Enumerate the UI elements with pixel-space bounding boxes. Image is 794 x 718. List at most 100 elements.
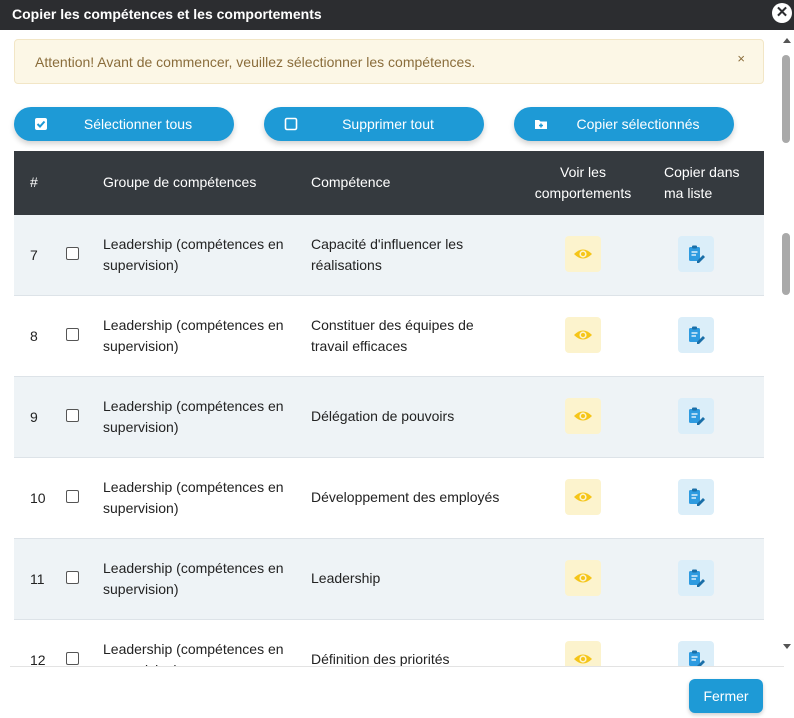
row-competence-line1: Leadership [311,570,381,586]
view-behaviors-button[interactable] [565,560,601,596]
table-row: 10 Leadership (compétences en supervision)… [14,458,764,539]
copy-selected-label: Copier sélectionnés [576,116,700,132]
row-group-line1: Leadership (compétences en [103,398,284,414]
row-competence-line1: Délégation de pouvoirs [311,408,455,424]
dialog-footer: Fermer [0,666,794,718]
dialog-title: Copier les compétences et les comporteme… [12,6,322,22]
header-view-line2: comportements [534,185,632,201]
row-group-line1: Leadership (compétences en [103,641,284,657]
row-group-line1: Leadership (compétences en [103,560,284,576]
clipboard-edit-icon [689,407,705,425]
copy-to-list-button[interactable] [678,479,714,515]
row-group-line2: supervision) [103,257,179,273]
row-number: 10 [30,490,46,506]
row-group-line2: supervision) [103,338,179,354]
row-competence: Constituer des équipes de travail efficac… [311,315,511,357]
warning-alert: Attention! Avant de commencer, veuillez … [14,39,764,84]
header-num[interactable]: # [30,172,38,193]
row-checkbox[interactable] [66,328,79,341]
row-checkbox[interactable] [66,409,79,422]
scroll-up-arrow[interactable] [783,38,791,43]
row-group-line1: Leadership (compétences en [103,479,284,495]
row-group: Leadership (compétences en supervision) [103,315,303,357]
delete-all-button[interactable]: Supprimer tout [264,107,484,141]
row-competence-line2: travail efficaces [311,338,408,354]
alert-dismiss-icon[interactable]: × [737,51,745,66]
view-behaviors-button[interactable] [565,641,601,666]
row-group-line2: supervision) [103,419,179,435]
row-group: Leadership (compétences ensupervision) [103,234,303,276]
row-number: 9 [30,409,38,425]
copy-to-list-button[interactable] [678,317,714,353]
copy-to-list-button[interactable] [678,641,714,666]
clipboard-edit-icon [689,650,705,666]
row-checkbox[interactable] [66,652,79,665]
eye-icon [574,573,592,583]
dialog-titlebar: Copier les compétences et les comporteme… [0,0,794,30]
eye-icon [574,411,592,421]
table-row: 12 Leadership (compétences ensupervision)… [14,620,764,666]
scroll-down-arrow[interactable] [783,644,791,649]
row-group: Leadership (compétences ensupervision) [103,639,303,666]
view-behaviors-button[interactable] [565,479,601,515]
row-number: 12 [30,652,46,666]
row-competence: Leadership [311,568,511,589]
close-button[interactable]: Fermer [689,679,763,713]
copy-to-list-button[interactable] [678,398,714,434]
table-row: 7 Leadership (compétences en supervision) C… [14,215,764,296]
row-number: 8 [30,328,38,344]
row-competence: Délégation de pouvoirs [311,406,511,427]
row-competence: Développement des employés [311,487,511,508]
eye-icon [574,330,592,340]
row-group-line2: supervision) [103,500,179,516]
clipboard-edit-icon [689,569,705,587]
table-row: 8 Leadership (compétences en supervision) C… [14,296,764,377]
scroll-thumb[interactable] [782,55,790,143]
view-behaviors-button[interactable] [565,398,601,434]
select-all-button[interactable]: Sélectionner tous [14,107,234,141]
table-row: 11 Leadership (compétences en supervision)… [14,539,764,620]
header-view: Voir les comportements [514,162,652,204]
header-group[interactable]: Groupe de compétences [103,172,256,193]
eye-icon [574,249,592,259]
row-number: 11 [30,571,45,587]
row-checkbox[interactable] [66,571,79,584]
copy-to-list-button[interactable] [678,236,714,272]
clipboard-edit-icon [689,245,705,263]
vertical-scrollbar[interactable] [780,30,794,666]
header-competence[interactable]: Compétence [311,172,390,193]
row-group-line2: supervision) [103,581,179,597]
alert-message: Attention! Avant de commencer, veuillez … [35,54,476,70]
row-group-line1: Leadership (compétences en [103,317,284,333]
row-number: 7 [30,247,38,263]
header-view-line1: Voir les [560,164,606,180]
row-competence-line1: Constituer des équipes de [311,317,474,333]
copy-to-list-button[interactable] [678,560,714,596]
row-competence: Capacité d'influencer les réalisations [311,234,511,276]
row-competence: Définition des priorités [311,649,511,666]
row-competence-line1: Capacité d'influencer les [311,236,464,252]
table-header: # Groupe de compétences Compétence Voir … [14,151,764,215]
copy-selected-button[interactable]: Copier sélectionnés [514,107,734,141]
eye-icon [574,492,592,502]
row-competence-line1: Définition des priorités [311,651,450,666]
eye-icon [574,654,592,664]
clipboard-edit-icon [689,488,705,506]
view-behaviors-button[interactable] [565,236,601,272]
dialog-body[interactable]: Attention! Avant de commencer, veuillez … [0,30,780,666]
row-checkbox[interactable] [66,490,79,503]
row-group: Leadership (compétences en supervision) [103,558,303,600]
clipboard-edit-icon [689,326,705,344]
select-all-label: Sélectionner tous [83,116,193,132]
header-copy-line2: ma liste [664,185,713,201]
row-checkbox[interactable] [66,247,79,260]
row-competence-line1: Développement des employés [311,489,500,505]
row-group: Leadership (compétences en supervision) [103,477,303,519]
close-icon[interactable]: ✕ [772,3,792,23]
table-row: 9 Leadership (compétences en supervision) D… [14,377,764,458]
footer-divider [10,666,784,667]
view-behaviors-button[interactable] [565,317,601,353]
row-competence-line2: réalisations [311,257,382,273]
scroll-thumb-secondary[interactable] [782,233,790,295]
delete-all-label: Supprimer tout [342,116,434,132]
